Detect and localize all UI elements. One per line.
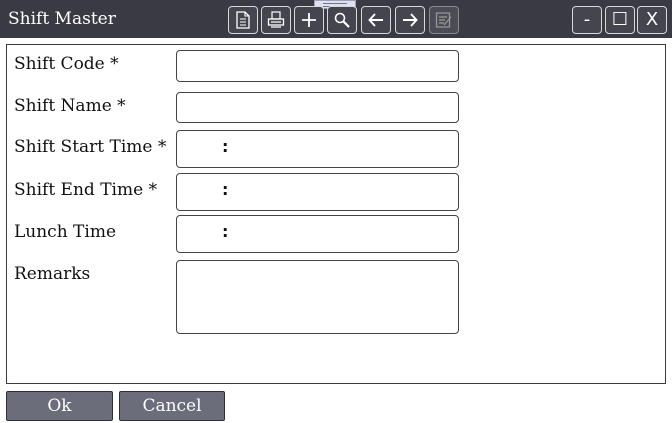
shift-end-time-input[interactable]: : <box>176 173 459 211</box>
lunch-time-label: Lunch Time <box>14 222 117 242</box>
shift-start-time-label: Shift Start Time * <box>14 137 167 157</box>
shift-name-label: Shift Name * <box>14 96 126 116</box>
document-icon[interactable] <box>228 6 258 34</box>
lunch-time-input[interactable]: : <box>176 215 459 253</box>
shift-code-label: Shift Code * <box>14 54 119 74</box>
title-bar: Shift Master - ☐ X <box>0 0 672 38</box>
search-icon[interactable] <box>327 6 357 34</box>
ok-button[interactable]: Ok <box>6 391 113 421</box>
shift-end-time-label: Shift End Time * <box>14 180 158 200</box>
cancel-button[interactable]: Cancel <box>119 391 225 421</box>
time-separator: : <box>222 180 229 199</box>
remarks-label: Remarks <box>14 264 91 284</box>
close-button[interactable]: X <box>637 6 667 34</box>
arrow-right-icon[interactable] <box>395 6 425 34</box>
shift-code-input[interactable] <box>176 50 459 82</box>
add-icon[interactable] <box>294 6 324 34</box>
remarks-textarea[interactable] <box>176 260 459 334</box>
minimize-button[interactable]: - <box>572 6 602 34</box>
time-separator: : <box>222 137 229 156</box>
shift-name-input[interactable] <box>176 92 459 123</box>
shift-start-time-input[interactable]: : <box>176 130 459 168</box>
window-title: Shift Master <box>8 9 116 29</box>
maximize-button[interactable]: ☐ <box>605 6 635 34</box>
edit-icon[interactable] <box>429 6 459 34</box>
arrow-left-icon[interactable] <box>361 6 391 34</box>
print-icon[interactable] <box>261 6 291 34</box>
time-separator: : <box>222 222 229 241</box>
